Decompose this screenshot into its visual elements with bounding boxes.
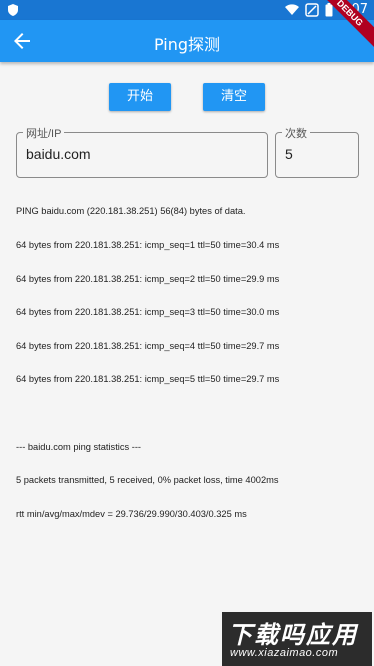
shield-icon bbox=[8, 4, 18, 16]
host-label: 网址/IP bbox=[23, 125, 65, 141]
app-bar: Ping探测 bbox=[0, 20, 374, 62]
ping-output: PING baidu.com (220.181.38.251) 56(84) b… bbox=[16, 184, 366, 531]
output-line: PING baidu.com (220.181.38.251) 56(84) b… bbox=[16, 206, 246, 217]
host-input[interactable]: 网址/IP baidu.com bbox=[16, 125, 268, 178]
output-line: --- baidu.com ping statistics --- bbox=[16, 441, 142, 452]
output-line: 64 bytes from 220.181.38.251: icmp_seq=2… bbox=[16, 273, 280, 284]
output-line: 5 packets transmitted, 5 received, 0% pa… bbox=[16, 475, 279, 486]
watermark-logo: 下载吗应用 www.xiazaimao.com bbox=[222, 612, 372, 666]
output-line: rtt min/avg/max/mdev = 29.736/29.990/30.… bbox=[16, 508, 247, 519]
clear-button[interactable]: 清空 bbox=[203, 83, 265, 111]
watermark-domain: www.xiazaimao.com bbox=[230, 647, 339, 659]
output-line: 64 bytes from 220.181.38.251: icmp_seq=4… bbox=[16, 340, 280, 351]
mute-icon bbox=[305, 2, 319, 17]
output-line: 64 bytes from 220.181.38.251: icmp_seq=1… bbox=[16, 240, 280, 250]
status-bar: 3:07 bbox=[0, 0, 374, 20]
output-line: 64 bytes from 220.181.38.251: icmp_seq=5… bbox=[16, 374, 280, 385]
count-value[interactable]: 5 bbox=[285, 146, 293, 162]
wifi-icon bbox=[284, 3, 299, 15]
host-value[interactable]: baidu.com bbox=[26, 146, 91, 162]
start-button[interactable]: 开始 bbox=[109, 83, 171, 111]
count-label: 次数 bbox=[282, 125, 310, 141]
page-title: Ping探测 bbox=[153, 35, 221, 54]
count-input[interactable]: 次数 5 bbox=[275, 125, 359, 178]
output-line: 64 bytes from 220.181.38.251: icmp_seq=3… bbox=[16, 307, 280, 318]
watermark-title: 下载吗应用 bbox=[228, 622, 358, 649]
